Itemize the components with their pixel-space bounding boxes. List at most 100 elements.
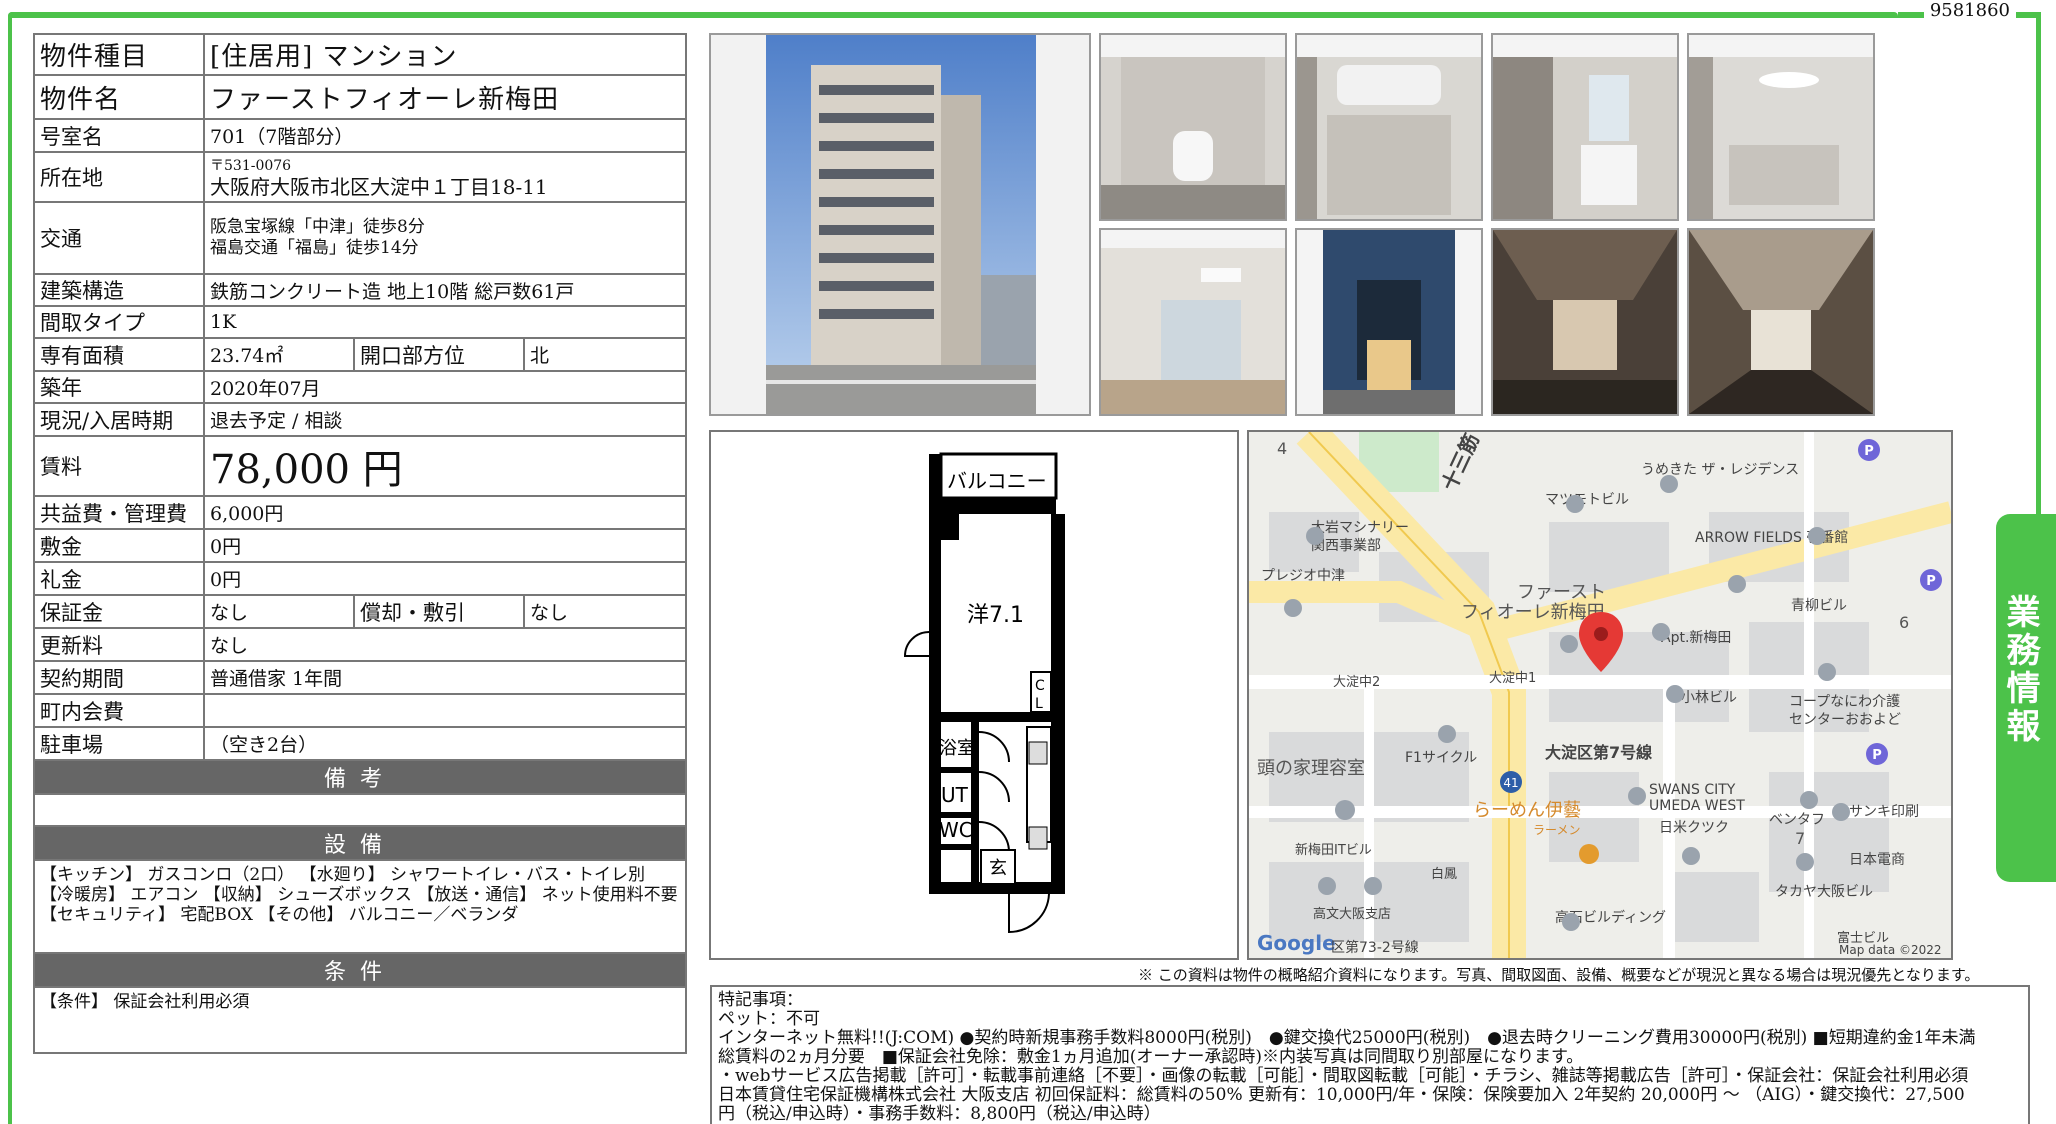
guarantee-value: なし xyxy=(203,594,355,629)
plan-bath-label: 浴室 xyxy=(939,738,975,759)
association-fee-value xyxy=(202,693,688,728)
plan-entrance-label: 玄 xyxy=(989,858,1007,879)
entrance-exterior-photo[interactable] xyxy=(1295,228,1483,416)
map-matsumoto: マツモトビル xyxy=(1545,492,1629,508)
fee-value: 6,000円 xyxy=(202,495,688,530)
map-label-7: 7 xyxy=(1795,829,1805,848)
contract-label: 契約期間 xyxy=(33,660,205,695)
status-label: 現況/入居時期 xyxy=(33,402,205,437)
floor-plan-panel: バルコニー 洋7.1 C L 浴室 UT WC 玄 xyxy=(709,430,1239,960)
address-label: 所在地 xyxy=(33,151,205,203)
transit-label: 交通 xyxy=(33,201,205,275)
plan-room-label: 洋7.1 xyxy=(967,603,1024,628)
rent-value: 78,000 円 xyxy=(202,435,688,497)
business-info-tab-label: 業務情報 xyxy=(2000,594,2040,746)
area-value: 23.74㎡ xyxy=(203,337,355,372)
map-parking-1: P xyxy=(1864,444,1874,459)
key-money-label: 礼金 xyxy=(33,561,205,596)
map-oyodo2: 大淀中2 xyxy=(1333,675,1380,690)
equipment-header: 設備 xyxy=(32,825,688,861)
address-cell: 〒531-0076 大阪府大阪市北区大淀中１丁目18-11 xyxy=(202,151,688,203)
property-info-table: 物件種目 [住居用] マンション 物件名 ファーストフィオーレ新梅田 号室名 701（… xyxy=(32,33,688,1054)
direction-value: 北 xyxy=(522,337,688,372)
lobby-photo[interactable] xyxy=(1491,228,1679,416)
type-value: [住居用] マンション xyxy=(202,33,688,76)
amortization-label: 償却・敷引 xyxy=(353,594,525,629)
remarks-body xyxy=(32,793,688,827)
map-ramen-1: らーめん伊藝 xyxy=(1473,800,1581,821)
green-frame-top xyxy=(8,12,1898,18)
room-value: 701（7階部分） xyxy=(202,118,688,153)
plan-closet-c: C xyxy=(1035,678,1045,694)
parking-value: （空き2台） xyxy=(202,726,688,761)
map-oyodo7: 大淀区第7号線 xyxy=(1545,743,1652,762)
map-label-4: 4 xyxy=(1277,439,1287,458)
map-purejio: プレジオ中津 xyxy=(1261,568,1345,584)
remarks-header: 備考 xyxy=(32,759,688,795)
map-google-logo: Google xyxy=(1257,931,1336,955)
map-nihondenki: 日本電商 xyxy=(1849,852,1905,868)
transit-line-1: 阪急宝塚線「中津」徒歩8分 xyxy=(210,217,425,237)
rent-label: 賃料 xyxy=(33,435,205,497)
zip-code: 〒531-0076 xyxy=(210,158,292,174)
map-oiwa-1: 大岩マシナリー xyxy=(1311,520,1409,536)
map-target-2: フィオーレ新梅田 xyxy=(1461,602,1605,623)
plan-ut-label: UT xyxy=(941,783,969,807)
special-notes-line: 円（税込/申込時）・事務手数料：8,800円（税込/申込時） xyxy=(718,1104,1161,1124)
key-money-value: 0円 xyxy=(202,561,688,596)
map-f1: F1サイクル xyxy=(1405,750,1477,766)
deposit-value: 0円 xyxy=(202,528,688,563)
built-label: 築年 xyxy=(33,370,205,404)
map-apt: Apt.新梅田 xyxy=(1661,630,1731,646)
washroom-photo[interactable] xyxy=(1491,33,1679,221)
map-shinumeda-it: 新梅田ITビル xyxy=(1295,842,1372,858)
green-frame-right xyxy=(2036,12,2041,532)
bathroom-photo[interactable] xyxy=(1295,33,1483,221)
address-value: 大阪府大阪市北区大淀中１丁目18-11 xyxy=(210,175,548,199)
map-route41: 41 xyxy=(1503,776,1518,790)
built-value: 2020年07月 xyxy=(202,370,688,404)
parking-label: 駐車場 xyxy=(33,726,205,761)
map-hairdresser: 頭の家理容室 xyxy=(1257,758,1365,779)
name-label: 物件名 xyxy=(33,74,205,120)
conditions-header: 条件 xyxy=(32,952,688,988)
special-notes-line: インターネット無料!!(J:COM) ●契約時新規事務手数料8000円(税別) … xyxy=(718,1028,1976,1048)
plan-wc-label: WC xyxy=(939,818,973,842)
map-nichibei: 日米クツク xyxy=(1659,820,1729,836)
transit-cell: 阪急宝塚線「中津」徒歩8分 福島交通「福島」徒歩14分 xyxy=(202,201,688,275)
map-umekita: うめきた ザ・レジデンス xyxy=(1641,461,1799,478)
room-interior-photo[interactable] xyxy=(1099,228,1287,416)
renewal-label: 更新料 xyxy=(33,627,205,662)
structure-value: 鉄筋コンクリート造 地上10階 総戸数61戸 xyxy=(202,273,688,307)
contract-value: 普通借家 1年間 xyxy=(202,660,688,695)
plan-closet-l: L xyxy=(1035,696,1043,712)
map-sanki: サンキ印刷 xyxy=(1849,804,1919,820)
area-map-panel[interactable]: 十三筋 4 6 7 うめきた ザ・レジデンス マツモトビル ARROW FIEL… xyxy=(1247,430,1953,960)
association-fee-label: 町内会費 xyxy=(33,693,205,728)
guarantee-label: 保証金 xyxy=(33,594,205,629)
structure-label: 建築構造 xyxy=(33,273,205,307)
special-notes-line: 日本賃貸住宅保証機構株式会社 大阪支店 初回保証料：総賃料の50% 更新有：10… xyxy=(718,1085,1965,1105)
map-bentafu: ベンタフ xyxy=(1769,812,1825,828)
layout-label: 間取タイプ xyxy=(33,305,205,339)
plan-balcony-label: バルコニー xyxy=(947,469,1047,493)
map-ramen-2: ラーメン xyxy=(1533,823,1581,837)
bath-interior-photo[interactable] xyxy=(1687,33,1875,221)
toilet-photo[interactable] xyxy=(1099,33,1287,221)
direction-label: 開口部方位 xyxy=(353,337,525,372)
map-label-6: 6 xyxy=(1899,613,1909,632)
conditions-body: 【条件】 保証会社利用必須 xyxy=(32,986,688,1054)
map-data-attribution: Map data ©2022 xyxy=(1839,943,1942,957)
map-hakuho: 白鳳 xyxy=(1431,866,1457,882)
special-notes-line: ペット：不可 xyxy=(718,1009,820,1029)
business-info-tab[interactable]: 業務情報 xyxy=(1996,514,2056,882)
document-id: 9581860 xyxy=(1923,0,2016,21)
map-takaya: タカヤ大阪ビル xyxy=(1775,884,1873,900)
map-oyodo1: 大淀中1 xyxy=(1489,671,1536,686)
map-swans-2: UMEDA WEST xyxy=(1649,798,1745,814)
area-label: 専有面積 xyxy=(33,337,205,372)
green-frame-left xyxy=(8,12,12,1124)
special-notes-box: 特記事項： ペット：不可 インターネット無料!!(J:COM) ●契約時新規事務… xyxy=(710,985,2030,1124)
building-exterior-photo[interactable] xyxy=(709,33,1091,416)
corridor-photo[interactable] xyxy=(1687,228,1875,416)
